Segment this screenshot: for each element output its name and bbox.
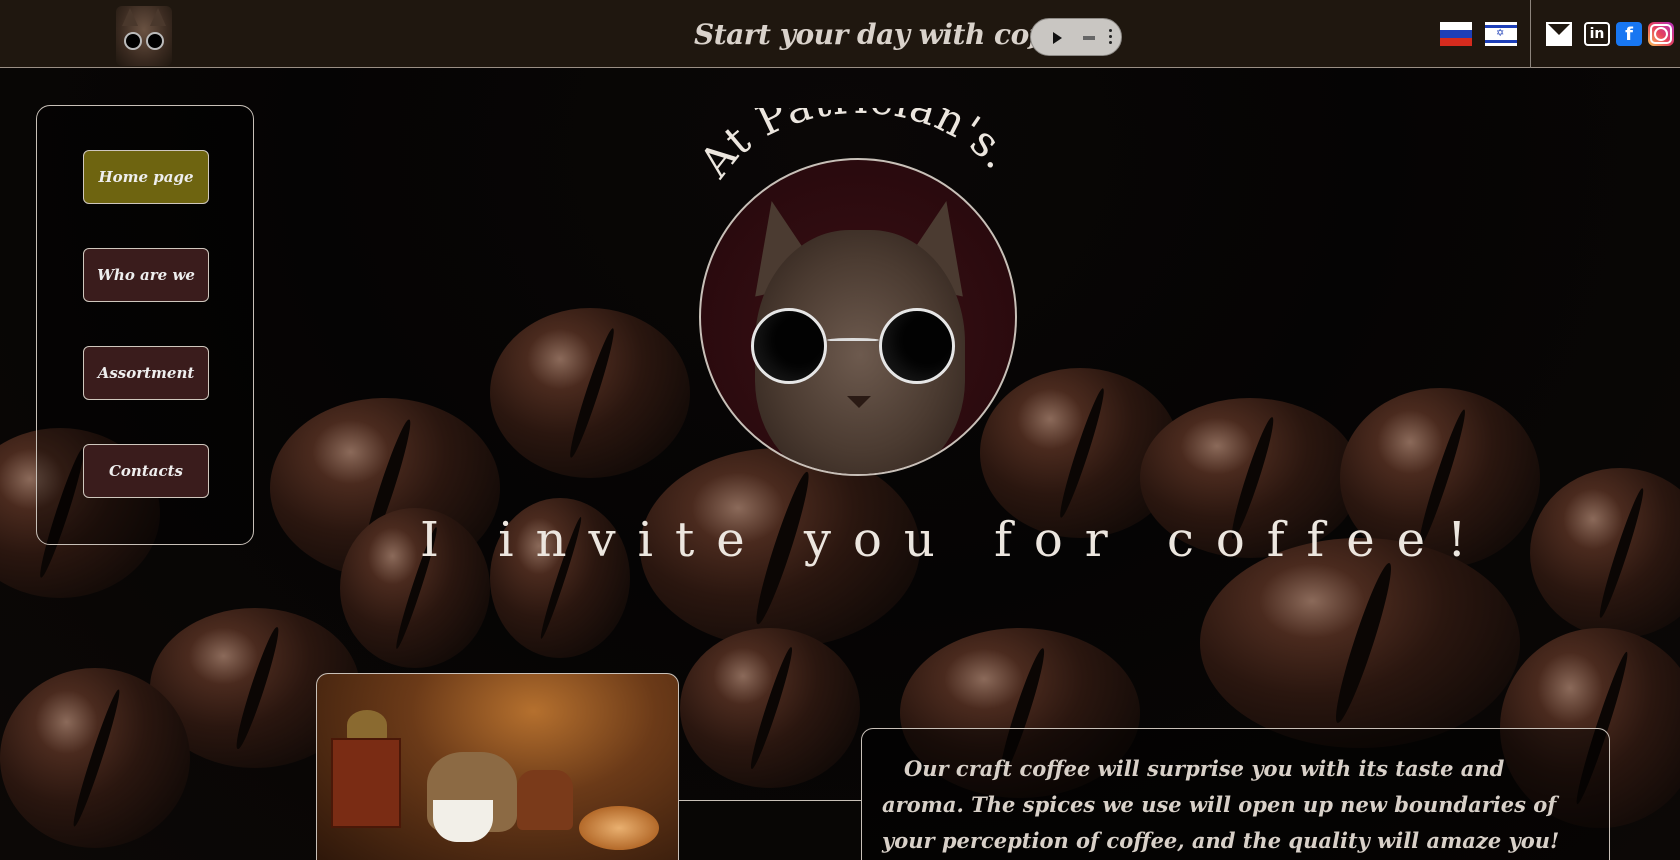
audio-player[interactable] <box>1030 18 1122 56</box>
play-icon[interactable] <box>1053 32 1062 44</box>
cat-portrait <box>699 158 1017 476</box>
russian-flag-icon[interactable] <box>1440 22 1472 46</box>
sunglasses-lens <box>879 308 955 384</box>
about-text: Our craft coffee will surprise you with … <box>882 756 1560 853</box>
about-text-card: Our craft coffee will surprise you with … <box>861 728 1610 860</box>
nav-assortment-button[interactable]: Assortment <box>83 346 209 400</box>
coffee-still-life-image <box>316 673 679 860</box>
mail-icon[interactable] <box>1546 22 1572 46</box>
more-options-icon[interactable] <box>1109 29 1113 47</box>
nav-who-are-we-button[interactable]: Who are we <box>83 248 209 302</box>
invite-heading: I invite you for coffee! <box>420 512 1489 568</box>
volume-icon[interactable] <box>1083 36 1095 40</box>
nav-contacts-button[interactable]: Contacts <box>83 444 209 498</box>
israel-flag-icon[interactable]: ✡ <box>1485 22 1517 46</box>
nav-home-page-button[interactable]: Home page <box>83 150 209 204</box>
linkedin-icon[interactable]: in <box>1584 22 1610 46</box>
header-divider <box>1530 0 1531 68</box>
side-navigation: Home page Who are we Assortment Contacts <box>36 105 254 545</box>
top-header: Start your day with coffee! ✡ in f <box>0 0 1680 68</box>
instagram-icon[interactable] <box>1648 22 1674 46</box>
cat-logo[interactable] <box>116 6 172 66</box>
card-connector-line <box>679 800 861 801</box>
sunglasses-lens <box>751 308 827 384</box>
facebook-icon[interactable]: f <box>1616 22 1642 46</box>
